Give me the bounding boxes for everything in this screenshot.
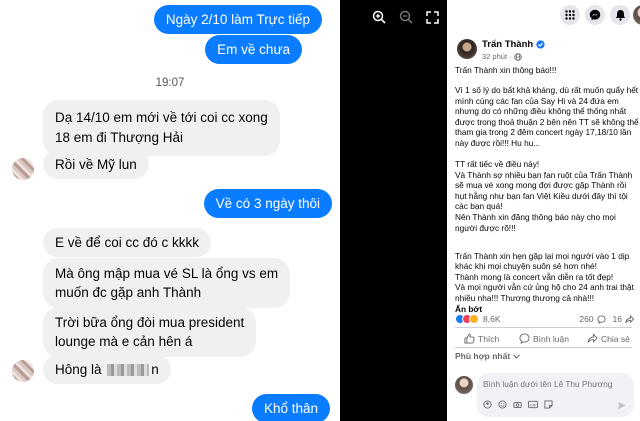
comment-filter-dropdown[interactable]: Phù hợp nhất [455, 351, 521, 361]
comment-count-icon [596, 314, 606, 324]
post-author-avatar[interactable] [457, 39, 477, 59]
contact-avatar[interactable] [12, 360, 34, 382]
redacted-text [107, 364, 150, 377]
gif-icon[interactable]: GIF [528, 400, 538, 409]
shares-count[interactable]: 16 [613, 314, 622, 324]
notifications-button[interactable] [610, 5, 630, 25]
reactions-count: 8,6K [483, 314, 501, 324]
like-button[interactable]: Thích [464, 333, 499, 344]
message-line: lounge mà e cản hên á [55, 334, 193, 349]
post-paragraph: Trấn Thành xin hẹn gặp lại mọi người vào… [455, 240, 640, 314]
verified-badge-icon [536, 40, 545, 49]
emoji-icon[interactable] [498, 400, 507, 409]
grid-menu-icon [565, 10, 575, 20]
message-bubble-received[interactable]: Trời bữa ổng đòi mua president lounge mà… [43, 307, 257, 357]
sticker-icon[interactable] [544, 400, 553, 409]
comment-label: Bình luận [533, 333, 569, 344]
user-avatar[interactable] [633, 5, 640, 25]
share-label: Chia sẻ [601, 333, 630, 344]
comment-button[interactable]: Bình luận [519, 333, 569, 344]
facebook-post-panel: Trấn Thành 32 phút · Trấn Thành xin thôn… [447, 0, 640, 421]
top-navigation-bar [447, 0, 640, 30]
send-icon[interactable] [617, 401, 626, 410]
comments-count[interactable]: 260 [579, 314, 593, 324]
share-count-icon [625, 314, 634, 323]
thumbs-up-icon [464, 333, 475, 344]
haha-reaction-icon [469, 314, 479, 324]
contact-avatar[interactable] [12, 158, 34, 180]
post-paragraph-text: Trấn Thành xin hẹn gặp lại mọi người vào… [455, 250, 634, 303]
message-line: 18 em đi Thượng Hải [55, 130, 183, 145]
comment-input[interactable] [483, 379, 628, 389]
post-time[interactable]: 32 phút [482, 52, 507, 61]
messenger-chat-panel: Ngày 2/10 làm Trực tiếp Em về chưa 19:07… [0, 0, 340, 421]
zoom-out-icon [399, 10, 413, 24]
engagement-counts: 260 16 [579, 314, 634, 324]
messenger-button[interactable] [585, 5, 605, 25]
bell-icon [615, 10, 625, 21]
message-bubble-sent[interactable]: Ngày 2/10 làm Trực tiếp [153, 5, 322, 34]
message-bubble-sent[interactable]: Về có 3 ngày thôi [203, 189, 332, 218]
reactions-summary[interactable]: 8,6K [455, 313, 501, 325]
message-bubble-received[interactable]: E về để coi cc đó c kkkk [43, 228, 212, 257]
message-bubble-sent[interactable]: Em về chưa [205, 35, 302, 64]
commenter-avatar[interactable] [455, 376, 473, 394]
message-bubble-sent[interactable]: Khổ thân [251, 394, 330, 421]
svg-text:GIF: GIF [530, 402, 537, 407]
message-text: Hông là [55, 362, 106, 377]
like-label: Thích [478, 333, 500, 344]
post-paragraph: Trấn Thành xin thông báo!!! [455, 65, 557, 75]
zoom-in-icon [372, 10, 386, 24]
post-author-name[interactable]: Trấn Thành [482, 39, 533, 50]
message-line: muốn đc gặp anh Thành [55, 285, 202, 300]
fullscreen-button[interactable] [422, 7, 442, 27]
messenger-icon [589, 9, 601, 21]
post-author-row: Trấn Thành [482, 39, 545, 50]
zoom-in-button[interactable] [369, 7, 389, 27]
post-paragraph: TT rất tiếc về điều này! Và Thành sợ nhi… [455, 159, 633, 233]
chat-timestamp: 19:07 [155, 77, 185, 89]
share-button[interactable]: Chia sẻ [587, 333, 630, 344]
meta-separator: · [509, 52, 512, 61]
divider [455, 327, 632, 328]
message-line: Trời bữa ổng đòi mua president [55, 315, 245, 330]
globe-icon [513, 52, 522, 61]
message-bubble-received[interactable]: Dạ 14/10 em mới về tới coi cc xong 18 em… [43, 100, 280, 156]
divider [455, 347, 632, 348]
comment-filter-label: Phù hợp nhất [455, 351, 511, 361]
message-line: Dạ 14/10 em mới về tới coi cc xong [55, 110, 268, 125]
chevron-down-icon [513, 353, 521, 359]
image-viewer-background [340, 0, 447, 421]
composer-toolbar: GIF [483, 400, 553, 409]
message-bubble-received[interactable]: Rồi về Mỹ lun [43, 150, 149, 179]
message-bubble-received[interactable]: Mà ông mập mua vé SL là ổng vs em muốn đ… [43, 258, 291, 308]
menu-button[interactable] [560, 5, 580, 25]
comment-composer[interactable]: GIF [477, 373, 634, 417]
message-bubble-received[interactable]: Hông là n [43, 355, 171, 384]
comment-icon [519, 333, 530, 344]
post-meta-row: 32 phút · [482, 52, 522, 61]
message-line: Mà ông mập mua vé SL là ổng vs em [55, 266, 279, 281]
fullscreen-icon [425, 10, 439, 24]
zoom-out-button[interactable] [396, 7, 416, 27]
camera-icon[interactable] [513, 400, 522, 409]
share-icon [587, 333, 598, 343]
message-text: n [151, 362, 159, 377]
avatar-sticker-icon[interactable] [483, 400, 492, 409]
post-paragraph: Vì 1 số lý do bất khả kháng, dù rất muốn… [455, 85, 639, 148]
